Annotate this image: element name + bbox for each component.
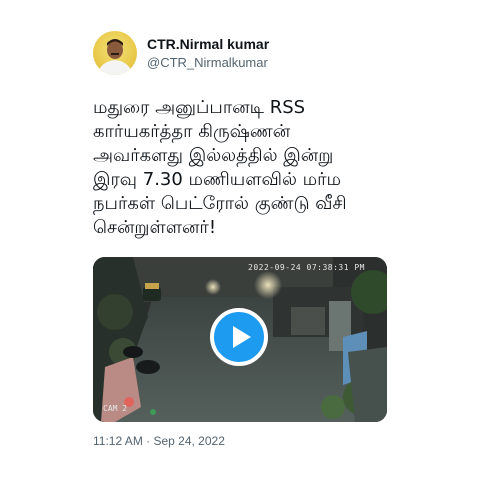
video-player[interactable]: 2022-09-24 07:38:31 PM CAM 2 (93, 257, 387, 422)
video-overlay-timestamp: 2022-09-24 07:38:31 PM (248, 263, 365, 272)
tweet-header: CTR.Nirmal kumar @CTR_Nirmalkumar (93, 31, 269, 75)
tweet-text: மதுரை அனுப்பானடி RSS கார்யகர்த்தா கிருஷ்… (93, 97, 347, 238)
tweet-timestamp[interactable]: 11:12 AM · Sep 24, 2022 (93, 434, 225, 448)
camera-label: CAM 2 (103, 404, 128, 413)
avatar-photo (97, 39, 133, 75)
avatar[interactable] (93, 31, 137, 75)
play-button[interactable] (210, 308, 268, 366)
author-display-name[interactable]: CTR.Nirmal kumar (147, 36, 269, 53)
play-icon (232, 326, 251, 348)
author-handle[interactable]: @CTR_Nirmalkumar (147, 55, 269, 71)
